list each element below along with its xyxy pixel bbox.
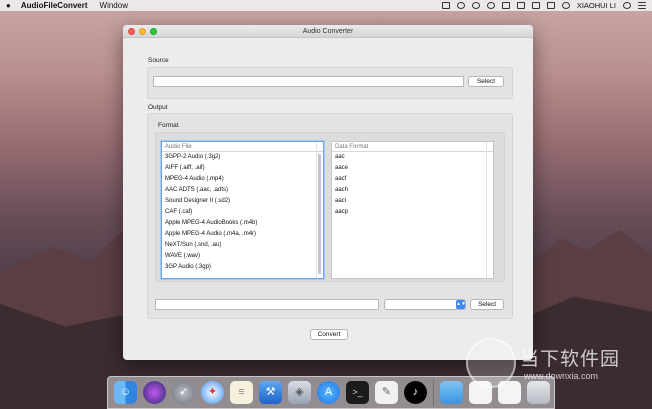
table-row[interactable]: aacp <box>332 207 493 218</box>
table-row[interactable]: aac <box>332 152 493 163</box>
spotlight-icon[interactable] <box>623 2 631 9</box>
table-row[interactable]: aacf <box>332 174 493 185</box>
package-icon[interactable]: ◈ <box>288 381 311 404</box>
source-box: Select <box>147 67 513 99</box>
table-row[interactable]: Apple MPEG-4 AudioBooks (.m4b) <box>162 218 323 229</box>
dropdown-arrow-icon: ▲▼ <box>456 300 466 309</box>
window-menu[interactable]: Window <box>100 1 128 10</box>
format-box: Audio File 3GPP-2 Audio (.3g2) AIFF (.ai… <box>155 132 505 282</box>
audio-file-header[interactable]: Audio File <box>162 142 323 152</box>
battery-icon[interactable] <box>546 2 555 9</box>
table-row[interactable]: AAC ADTS (.aac, .adts) <box>162 185 323 196</box>
audio-converter-window: Audio Converter Source Select Output For… <box>123 25 533 360</box>
clock-icon[interactable] <box>561 2 570 9</box>
table-row[interactable]: aacl <box>332 196 493 207</box>
watermark-url: www.downxia.com <box>524 371 599 381</box>
table-row[interactable]: NeXT/Sun (.snd, .au) <box>162 240 323 251</box>
itunes-icon[interactable]: ♪ <box>404 381 427 404</box>
airplay-icon[interactable] <box>516 2 525 9</box>
status-area: XIAOHUI LI <box>441 1 646 10</box>
output-label: Output <box>148 104 168 111</box>
menu-bar: ● AudioFileConvert Window XIAOHUI LI <box>0 0 652 11</box>
window-controls <box>128 28 157 35</box>
terminal-icon[interactable]: >_ <box>346 381 369 404</box>
source-label: Source <box>148 57 169 64</box>
output-box: Format Audio File 3GPP-2 Audio (.3g2) AI… <box>147 113 513 319</box>
app-menu[interactable]: AudioFileConvert <box>21 1 88 10</box>
script-editor-icon[interactable]: ✎ <box>375 381 398 404</box>
table-row[interactable]: AIFF (.aiff, .aif) <box>162 163 323 174</box>
convert-button[interactable]: Convert <box>310 329 348 340</box>
table-row[interactable]: aach <box>332 185 493 196</box>
launchpad-icon[interactable]: ➶ <box>172 381 195 404</box>
notification-center-icon[interactable] <box>638 2 646 9</box>
audio-file-table[interactable]: Audio File 3GPP-2 Audio (.3g2) AIFF (.ai… <box>161 141 324 279</box>
siri-icon[interactable] <box>143 381 166 404</box>
zoom-window-button[interactable] <box>150 28 157 35</box>
table-row[interactable]: Apple MPEG-4 Audio (.m4a, .m4r) <box>162 229 323 240</box>
watermark: 当下软件园 www.downxia.com <box>466 338 646 394</box>
volume-icon[interactable] <box>531 2 540 9</box>
window-title: Audio Converter <box>302 28 354 35</box>
table-row[interactable]: 3GPP-2 Audio (.3g2) <box>162 152 323 163</box>
finder-icon[interactable]: ☺ <box>114 381 137 404</box>
wifi-icon[interactable] <box>501 2 510 9</box>
minimize-window-button[interactable] <box>139 28 146 35</box>
audio-file-scrollbar[interactable] <box>317 154 322 274</box>
bluetooth-icon[interactable] <box>486 2 495 9</box>
user-name[interactable]: XIAOHUI LI <box>577 1 616 10</box>
refresh-icon[interactable] <box>456 2 465 9</box>
notes-icon[interactable]: ≡ <box>230 381 253 404</box>
time-machine-icon[interactable] <box>471 2 480 9</box>
folder-icon[interactable] <box>440 381 463 404</box>
data-format-header[interactable]: Data Format <box>332 142 493 152</box>
table-row[interactable]: CAF (.caf) <box>162 207 323 218</box>
watermark-logo-icon <box>466 338 516 388</box>
table-row[interactable]: aace <box>332 163 493 174</box>
source-select-button[interactable]: Select <box>468 76 504 87</box>
apple-menu-icon[interactable]: ● <box>6 1 11 10</box>
window-titlebar: Audio Converter <box>123 25 533 38</box>
app-store-icon[interactable]: A <box>317 381 340 404</box>
table-row[interactable]: 3GP Audio (.3gp) <box>162 262 323 273</box>
format-dropdown[interactable]: ▲▼ <box>384 299 466 310</box>
source-path-field[interactable] <box>153 76 464 87</box>
safari-icon[interactable]: ✦ <box>201 381 224 404</box>
watermark-text: 当下软件园 <box>520 348 621 370</box>
destination-select-button[interactable]: Select <box>470 299 504 310</box>
close-window-button[interactable] <box>128 28 135 35</box>
grid-icon[interactable] <box>441 2 450 9</box>
dock-separator <box>433 379 434 406</box>
table-row[interactable]: WAVE (.wav) <box>162 251 323 262</box>
format-label: Format <box>158 122 179 129</box>
destination-path-field[interactable] <box>155 299 379 310</box>
table-row[interactable]: Sound Designer II (.sd2) <box>162 196 323 207</box>
xcode-icon[interactable]: ⚒ <box>259 381 282 404</box>
data-format-table[interactable]: Data Format aac aace aacf aach aacl aacp <box>331 141 494 279</box>
table-row[interactable]: MPEG-4 Audio (.mp4) <box>162 174 323 185</box>
